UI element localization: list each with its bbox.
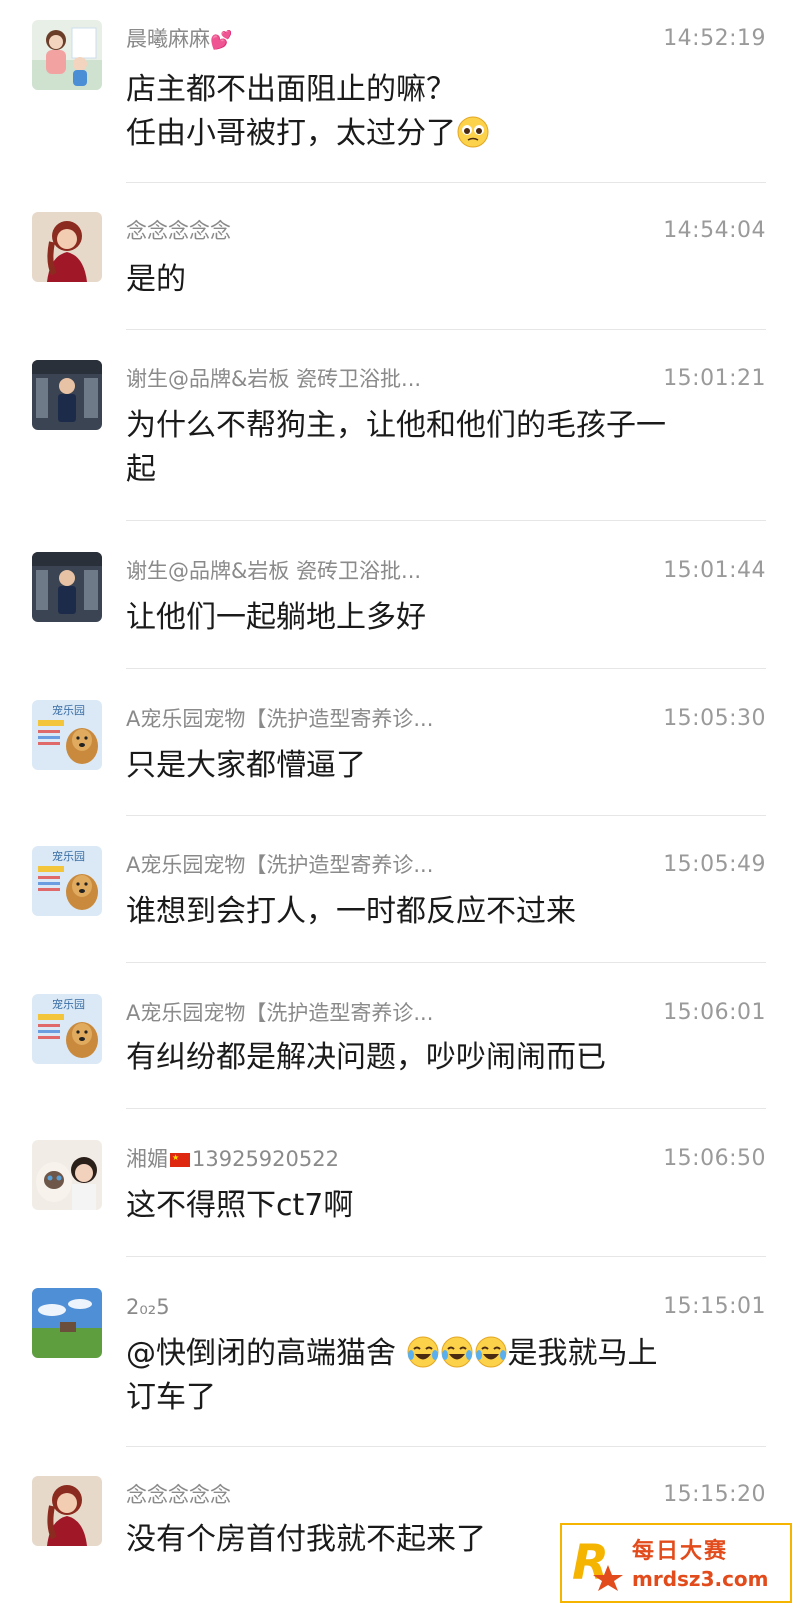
timestamp: 14:54:04 (663, 218, 766, 243)
china-flag-icon: ★ (170, 1153, 190, 1167)
divider (126, 1256, 766, 1257)
site-logo-icon: R (572, 1535, 623, 1591)
comment-text: 只是大家都懵逼了 (126, 748, 366, 783)
avatar[interactable]: 宠乐园 (32, 846, 102, 916)
timestamp: 15:01:44 (663, 558, 766, 583)
comment-text: 让他们一起躺地上多好 (126, 600, 426, 635)
sender-name[interactable]: 晨曦麻麻💕 (126, 24, 232, 56)
sender-name[interactable]: A宠乐园宠物【洗护造型寄养诊... (126, 998, 433, 1028)
avatar[interactable] (32, 360, 102, 430)
avatar[interactable] (32, 552, 102, 622)
tears-of-joy-icon (406, 1335, 440, 1369)
watermark-badge: R 每日大赛 mrdsz3.com (560, 1523, 792, 1603)
comment-text: 是的 (126, 262, 186, 297)
divider (126, 329, 766, 330)
two-hearts-icon: 💕 (210, 30, 233, 51)
comment-text: 店主都不出面阻止的嘛？ 任由小哥被打，太过分了 (126, 68, 746, 156)
timestamp: 15:06:50 (663, 1146, 766, 1171)
sender-name[interactable]: 2₀₂5 (126, 1292, 170, 1322)
comment-text: @快倒闭的高端猫舍 是我就马上 订车了 (126, 1335, 658, 1415)
watermark-title: 每日大赛 (632, 1539, 729, 1564)
divider (126, 668, 766, 669)
timestamp: 15:01:21 (663, 366, 766, 391)
timestamp: 15:15:20 (663, 1482, 766, 1507)
avatar[interactable] (32, 1288, 102, 1358)
mention-link[interactable]: @快倒闭的高端猫舍 (126, 1336, 396, 1371)
timestamp: 15:05:30 (663, 706, 766, 731)
tears-of-joy-icon (440, 1335, 474, 1369)
avatar[interactable] (32, 1140, 102, 1210)
divider (126, 520, 766, 521)
sender-name[interactable]: 谢生@品牌&岩板 瓷砖卫浴批... (126, 364, 421, 394)
timestamp: 15:06:01 (663, 1000, 766, 1025)
pleading-face-icon (456, 115, 490, 149)
timestamp: 15:05:49 (663, 852, 766, 877)
comment-text: 有纠纷都是解决问题，吵吵闹闹而已 (126, 1040, 606, 1075)
comment-text: 为什么不帮狗主，让他和他们的毛孩子一 起 (126, 408, 666, 487)
timestamp: 15:15:01 (663, 1294, 766, 1319)
sender-name[interactable]: 湘媚 ★ 13925920522 (126, 1144, 339, 1174)
svg-text:宠乐园: 宠乐园 (52, 849, 85, 863)
comment-text: 谁想到会打人，一时都反应不过来 (126, 894, 576, 929)
sender-name[interactable]: 念念念念念 (126, 1480, 231, 1510)
avatar[interactable] (32, 20, 102, 90)
sender-name[interactable]: A宠乐园宠物【洗护造型寄养诊... (126, 850, 433, 880)
svg-text:宠乐园: 宠乐园 (52, 997, 85, 1011)
avatar[interactable] (32, 1476, 102, 1546)
divider (126, 962, 766, 963)
avatar[interactable] (32, 212, 102, 282)
comment-text: 这不得照下ct7啊 (126, 1188, 354, 1223)
divider (126, 182, 766, 183)
divider (126, 1446, 766, 1447)
divider (126, 815, 766, 816)
sender-name[interactable]: A宠乐园宠物【洗护造型寄养诊... (126, 704, 433, 734)
tears-of-joy-icon (474, 1335, 508, 1369)
sender-name[interactable]: 念念念念念 (126, 216, 231, 246)
divider (126, 1108, 766, 1109)
watermark-url: mrdsz3.com (632, 1567, 769, 1591)
sender-name[interactable]: 谢生@品牌&岩板 瓷砖卫浴批... (126, 556, 421, 586)
svg-text:宠乐园: 宠乐园 (52, 703, 85, 717)
avatar[interactable]: 宠乐园 (32, 700, 102, 770)
timestamp: 14:52:19 (663, 26, 766, 51)
avatar[interactable]: 宠乐园 (32, 994, 102, 1064)
